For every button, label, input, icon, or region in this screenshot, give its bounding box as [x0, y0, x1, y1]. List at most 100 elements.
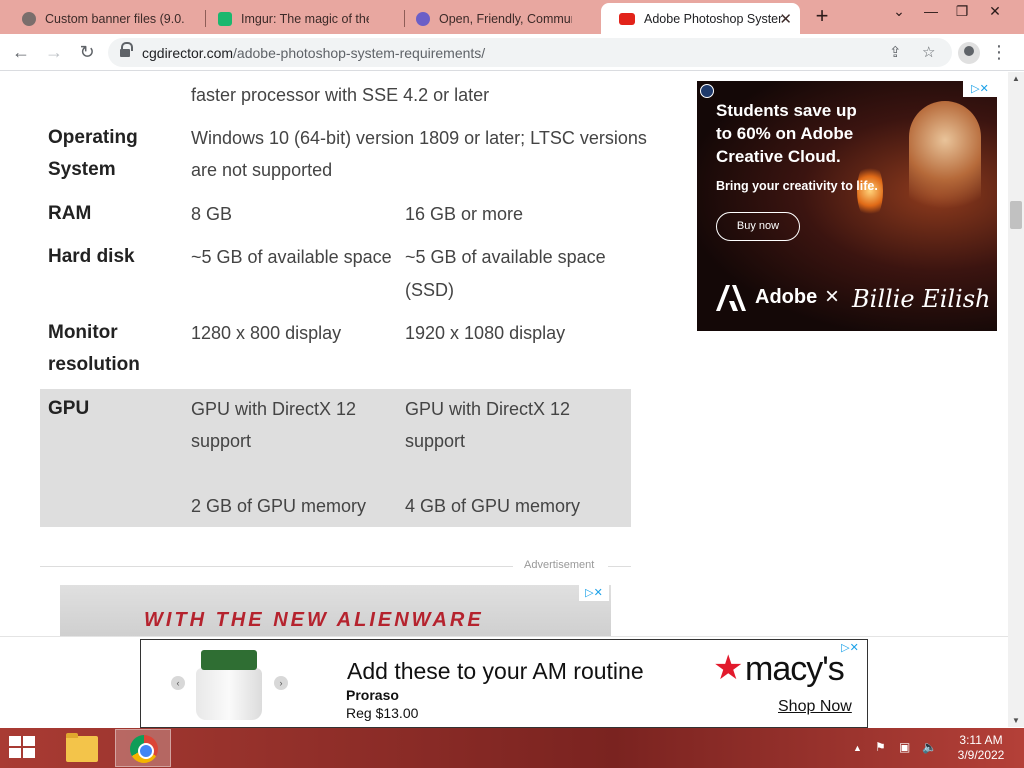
spec-min: GPU with DirectX 12 — [191, 399, 357, 419]
scrollbar-thumb[interactable] — [1010, 201, 1022, 229]
tab-title: Custom banner files (9.0... — [45, 11, 185, 26]
new-tab-button[interactable]: + — [810, 5, 834, 29]
spec-label: GPU — [48, 398, 90, 419]
tab-search-icon[interactable]: ⌄ — [884, 3, 914, 20]
tab-strip: Custom banner files (9.0... Imgur: The m… — [0, 0, 1024, 34]
adchoices-icon[interactable]: ▷✕ — [833, 640, 867, 656]
adobe-wordmark: Adobe — [755, 286, 818, 308]
tab-favicon-icon — [22, 11, 36, 26]
processor-min-continued: faster processor with SSE 4.2 or later — [191, 85, 490, 105]
web-page: faster processor with SSE 4.2 or later O… — [0, 72, 1008, 727]
spec-min: Windows 10 (64-bit) version 1809 or late… — [191, 128, 647, 148]
headline-line: Creative Cloud. — [716, 147, 841, 166]
alienware-ad-text: WITH THE NEW ALIENWARE — [144, 609, 484, 631]
url-domain: cgdirector.com — [142, 45, 234, 61]
clock-date: 3/9/2022 — [957, 748, 1005, 762]
spec-row-monitor-resolution: Monitor resolution 1280 x 800 display 19… — [40, 317, 631, 383]
macys-star-icon: ★ — [713, 649, 744, 687]
close-window-button[interactable]: ✕ — [980, 3, 1010, 20]
spec-row-operating-system: Operating System Windows 10 (64-bit) ver… — [40, 122, 647, 188]
windows-start-icon[interactable] — [9, 736, 37, 760]
tab-imgur[interactable]: Imgur: The magic of the Internet — [200, 3, 400, 34]
spec-recommended: GPU with DirectX 12 — [405, 399, 571, 419]
spec-recommended: (SSD) — [405, 280, 454, 300]
spec-min: 1280 x 800 display — [191, 323, 342, 343]
reload-button[interactable]: ↻ — [75, 41, 99, 65]
spec-label: System — [48, 159, 116, 180]
share-icon[interactable]: ⇪ — [889, 43, 902, 61]
scroll-down-arrow-icon[interactable]: ▼ — [1008, 716, 1024, 725]
tab-community[interactable]: Open, Friendly, Community — [398, 3, 598, 34]
imgur-favicon-icon — [218, 11, 232, 26]
page-scrollbar[interactable]: ▲ ▼ — [1008, 72, 1024, 727]
advertisement-divider — [40, 566, 513, 567]
headline-line: to 60% on Adobe — [716, 124, 854, 143]
spec-recommended: support — [405, 431, 466, 451]
macys-logo: macy's — [745, 650, 845, 688]
profile-avatar-icon[interactable] — [958, 42, 980, 64]
adobe-ad-subtext: Bring your creativity to life. — [716, 179, 878, 193]
minimize-button[interactable]: — — [916, 3, 946, 19]
bookmark-star-icon[interactable]: ☆ — [922, 43, 935, 61]
show-hidden-icons-icon[interactable]: ▲ — [853, 743, 862, 753]
taskbar-file-explorer[interactable] — [52, 729, 108, 767]
spec-label: Monitor — [48, 322, 118, 343]
alienware-ad-banner[interactable]: WITH THE NEW ALIENWARE ▷✕ — [60, 585, 611, 637]
chrome-menu-icon[interactable]: ⋮ — [990, 42, 1008, 63]
spec-label: Operating — [48, 127, 138, 148]
shop-now-link[interactable]: Shop Now — [778, 698, 852, 716]
scroll-up-arrow-icon[interactable]: ▲ — [1008, 74, 1024, 83]
adobe-ad-headline: Students save up to 60% on Adobe Creativ… — [716, 99, 886, 168]
spec-label: RAM — [48, 203, 92, 224]
spec-min: 8 GB — [191, 204, 233, 224]
macys-product-name: Proraso — [346, 687, 399, 703]
spec-recommended: ~5 GB of available space — [405, 247, 606, 267]
adchoices-icon[interactable]: ▷✕ — [579, 585, 609, 601]
action-center-flag-icon[interactable]: ⚑ — [875, 740, 886, 754]
adchoices-icon[interactable]: ▷✕ — [963, 81, 997, 97]
system-clock[interactable]: 3:11 AM 3/9/2022 — [950, 733, 1012, 763]
headline-line: Students save up — [716, 101, 857, 120]
macys-ad-headline: Add these to your AM routine — [347, 658, 644, 684]
proraso-product-image — [196, 650, 262, 722]
url-text[interactable]: cgdirector.com/adobe-photoshop-system-re… — [142, 45, 485, 61]
url-path: /adobe-photoshop-system-requirements/ — [233, 45, 486, 61]
advertisement-divider — [608, 566, 631, 567]
cgdirector-favicon-icon — [619, 12, 635, 25]
buy-now-button[interactable]: Buy now — [716, 212, 800, 241]
address-bar[interactable]: cgdirector.com/adobe-photoshop-system-re… — [108, 38, 952, 67]
macys-product-price: Reg $13.00 — [346, 705, 419, 721]
carousel-prev-icon[interactable]: ‹ — [171, 676, 185, 690]
windows-taskbar: ▲ ⚑ ▣ 🔈 3:11 AM 3/9/2022 — [0, 728, 1024, 768]
spec-row-ram: RAM 8 GB 16 GB or more — [40, 198, 631, 232]
community-favicon-icon — [416, 11, 430, 26]
adobe-logo-icon — [716, 285, 746, 311]
ad-info-icon[interactable] — [700, 84, 714, 98]
folder-icon — [66, 733, 98, 762]
spec-min: ~5 GB of available space — [191, 247, 392, 267]
network-icon[interactable]: ▣ — [899, 740, 910, 754]
adobe-side-ad[interactable]: ▷✕ Students save up to 60% on Adobe Crea… — [697, 81, 997, 331]
spec-min: support — [191, 431, 252, 451]
spec-min: 2 GB of GPU memory — [191, 496, 367, 516]
clock-time: 3:11 AM — [959, 733, 1003, 747]
spec-label: Hard disk — [48, 246, 135, 267]
advertisement-label: Advertisement — [524, 559, 595, 571]
taskbar-chrome[interactable] — [115, 729, 171, 767]
tab-custom-banner[interactable]: Custom banner files (9.0... — [4, 3, 200, 34]
forward-button[interactable]: → — [42, 41, 66, 65]
partner-signature: Billie Eilish — [852, 285, 991, 313]
restore-button[interactable]: ❐ — [947, 3, 977, 20]
spec-row-gpu: GPU GPU with DirectX 12 support 2 GB of … — [40, 389, 631, 527]
carousel-next-icon[interactable]: › — [274, 676, 288, 690]
lock-icon[interactable] — [120, 42, 133, 58]
tab-title: Open, Friendly, Community — [439, 11, 572, 26]
spec-row-hard-disk: Hard disk ~5 GB of available space ~5 GB… — [40, 241, 631, 307]
back-button[interactable]: ← — [9, 41, 33, 65]
volume-muted-icon[interactable]: 🔈 — [922, 740, 937, 754]
collab-times-sign: × — [825, 283, 840, 310]
model-portrait-image — [909, 101, 981, 231]
tab-adobe-photoshop[interactable]: Adobe Photoshop System Requirements ✕ — [601, 3, 800, 34]
close-tab-icon[interactable]: ✕ — [779, 10, 792, 28]
macys-ad-banner[interactable]: ‹ › Add these to your AM routine Proraso… — [140, 639, 868, 728]
